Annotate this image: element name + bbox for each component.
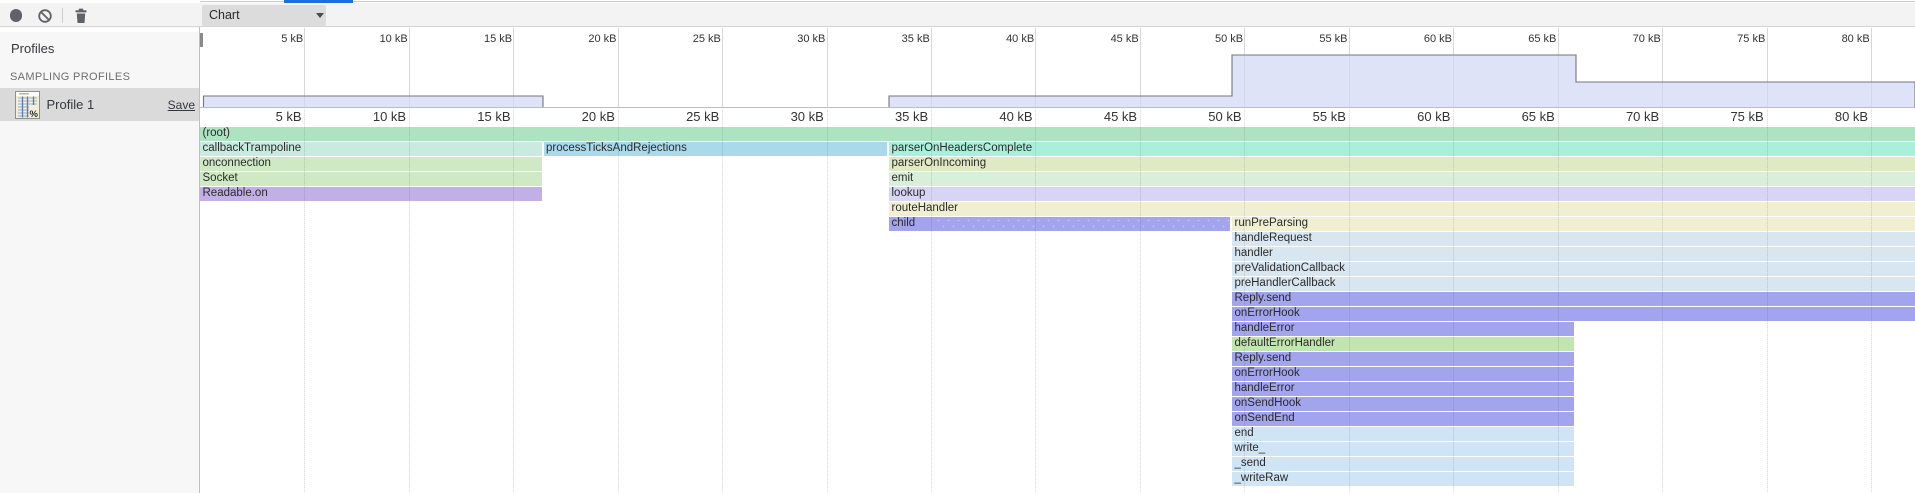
svg-text:%: % xyxy=(30,109,39,119)
